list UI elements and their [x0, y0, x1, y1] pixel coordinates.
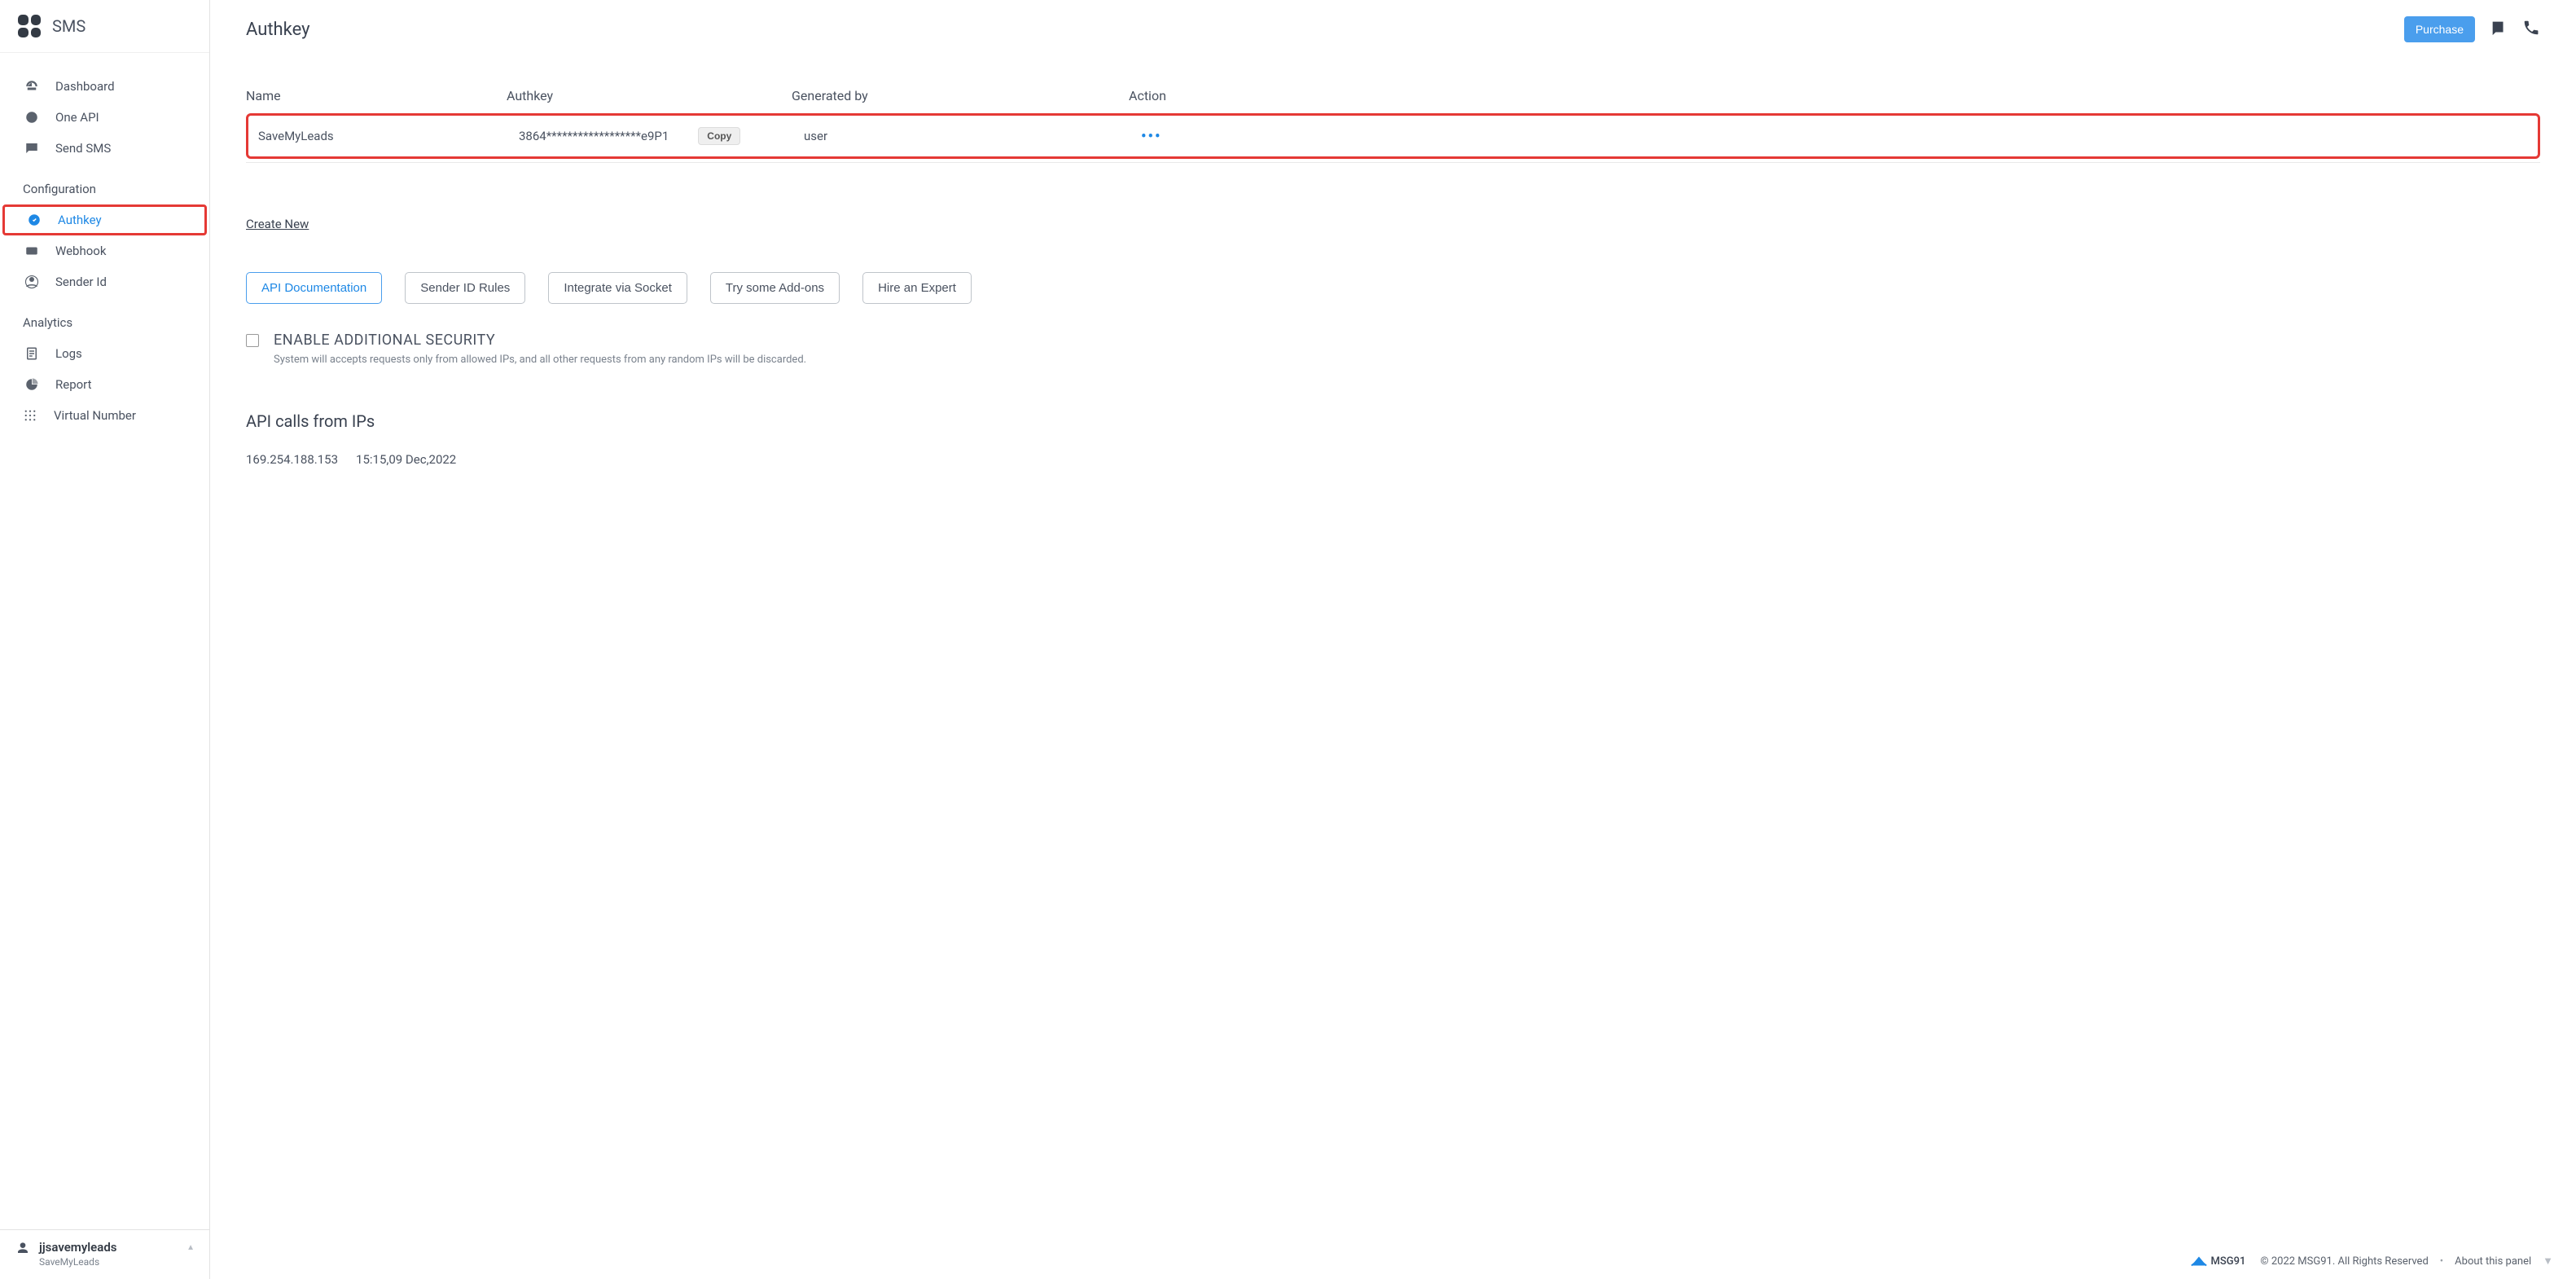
- sidebar: SMS Dashboard One API Send SMS: [0, 0, 210, 1279]
- sidebar-user-footer[interactable]: jjsavemyleads SaveMyLeads ▲: [0, 1229, 209, 1279]
- cell-name: SaveMyLeads: [258, 129, 519, 143]
- msg91-logo: MSG91: [2190, 1255, 2246, 1268]
- authkey-table: Name Authkey Generated by Action SaveMyL…: [246, 80, 2540, 163]
- action-menu-icon[interactable]: •••: [1141, 128, 1161, 145]
- sidebar-nav: Dashboard One API Send SMS Configuration: [0, 53, 209, 1229]
- action-button-row: API Documentation Sender ID Rules Integr…: [246, 272, 2540, 304]
- create-new-link[interactable]: Create New: [246, 217, 309, 231]
- authkey-icon: [27, 213, 42, 227]
- try-addons-button[interactable]: Try some Add-ons: [710, 272, 840, 304]
- table-header-row: Name Authkey Generated by Action: [246, 80, 2540, 112]
- footer-about-link[interactable]: About this panel: [2455, 1255, 2531, 1268]
- brand-name: MSG91: [2211, 1255, 2246, 1268]
- security-section: ENABLE ADDITIONAL SECURITY System will a…: [246, 332, 2540, 366]
- sidebar-item-label: Dashboard: [55, 79, 115, 94]
- table-row: SaveMyLeads 3864******************e9P1 C…: [248, 116, 2538, 156]
- sidebar-item-label: Logs: [55, 346, 82, 361]
- footer-separator: •: [2440, 1255, 2443, 1268]
- sendsms-icon: [24, 141, 39, 156]
- page-title: Authkey: [246, 20, 310, 40]
- logs-icon: [24, 346, 39, 361]
- senderid-icon: [24, 275, 39, 289]
- dashboard-icon: [24, 79, 39, 94]
- ip-entry: 169.254.188.153 15:15,09 Dec,2022: [246, 452, 2540, 467]
- report-icon: [24, 377, 39, 392]
- col-authkey: Authkey: [507, 88, 792, 103]
- security-label: ENABLE ADDITIONAL SECURITY: [274, 332, 806, 349]
- sidebar-item-label: One API: [55, 110, 99, 125]
- copy-button[interactable]: Copy: [698, 127, 740, 145]
- user-icon: [16, 1242, 29, 1255]
- footer-copyright: © 2022 MSG91. All Rights Reserved: [2260, 1255, 2428, 1268]
- sidebar-title: SMS: [52, 16, 86, 36]
- webhook-icon: [24, 244, 39, 258]
- sidebar-item-dashboard[interactable]: Dashboard: [0, 71, 209, 102]
- sidebar-item-label: Sender Id: [55, 275, 107, 289]
- caret-down-icon: ▼: [2543, 1255, 2553, 1268]
- sidebar-item-senderid[interactable]: Sender Id: [0, 266, 209, 297]
- app-logo-icon: [18, 15, 41, 37]
- sidebar-item-webhook[interactable]: Webhook: [0, 235, 209, 266]
- security-text: ENABLE ADDITIONAL SECURITY System will a…: [274, 332, 806, 366]
- authkey-value: 3864******************e9P1: [519, 129, 669, 143]
- ip-timestamp: 15:15,09 Dec,2022: [356, 452, 456, 467]
- sender-id-rules-button[interactable]: Sender ID Rules: [405, 272, 525, 304]
- api-documentation-button[interactable]: API Documentation: [246, 272, 382, 304]
- username: jjsavemyleads: [39, 1240, 116, 1255]
- sidebar-section-analytics: Analytics: [0, 297, 209, 338]
- phone-icon[interactable]: [2522, 19, 2540, 40]
- security-description: System will accepts requests only from a…: [274, 354, 806, 366]
- ip-address: 169.254.188.153: [246, 452, 338, 467]
- purchase-button[interactable]: Purchase: [2404, 16, 2475, 42]
- cell-authkey: 3864******************e9P1 Copy: [519, 127, 804, 145]
- cell-generatedby: user: [804, 129, 1130, 143]
- sidebar-item-label: Webhook: [55, 244, 106, 258]
- header-actions: Purchase: [2404, 16, 2540, 42]
- content-area: Name Authkey Generated by Action SaveMyL…: [210, 57, 2576, 1243]
- hire-expert-button[interactable]: Hire an Expert: [862, 272, 972, 304]
- integrate-socket-button[interactable]: Integrate via Socket: [548, 272, 687, 304]
- sidebar-item-authkey[interactable]: Authkey: [2, 204, 207, 235]
- sidebar-item-oneapi[interactable]: One API: [0, 102, 209, 133]
- table-divider: [246, 162, 2540, 163]
- notes-icon[interactable]: [2490, 19, 2508, 40]
- footer: MSG91 © 2022 MSG91. All Rights Reserved …: [210, 1243, 2576, 1279]
- col-generatedby: Generated by: [792, 88, 1117, 103]
- sidebar-section-configuration: Configuration: [0, 164, 209, 204]
- table-row-highlighted: SaveMyLeads 3864******************e9P1 C…: [246, 113, 2540, 159]
- col-name: Name: [246, 88, 507, 103]
- virtualnumber-icon: [23, 408, 37, 423]
- sidebar-item-virtualnumber[interactable]: Virtual Number: [0, 400, 209, 431]
- main-header: Authkey Purchase: [210, 0, 2576, 57]
- sidebar-item-label: Virtual Number: [54, 408, 136, 423]
- sidebar-item-logs[interactable]: Logs: [0, 338, 209, 369]
- main-content: Authkey Purchase Name Authkey Generated …: [210, 0, 2576, 1279]
- user-info: jjsavemyleads SaveMyLeads: [39, 1240, 116, 1268]
- sidebar-item-report[interactable]: Report: [0, 369, 209, 400]
- sidebar-item-label: Report: [55, 377, 92, 392]
- api-calls-title: API calls from IPs: [246, 411, 2540, 431]
- enable-security-checkbox[interactable]: [246, 334, 259, 347]
- sidebar-item-label: Send SMS: [55, 141, 111, 156]
- col-action: Action: [1117, 88, 2540, 103]
- sidebar-item-sendsms[interactable]: Send SMS: [0, 133, 209, 164]
- user-company: SaveMyLeads: [39, 1256, 116, 1268]
- oneapi-icon: [24, 110, 39, 125]
- sidebar-header: SMS: [0, 0, 209, 53]
- cell-action: •••: [1130, 128, 2528, 145]
- sidebar-item-label: Authkey: [58, 213, 102, 227]
- caret-up-icon: ▲: [187, 1243, 195, 1252]
